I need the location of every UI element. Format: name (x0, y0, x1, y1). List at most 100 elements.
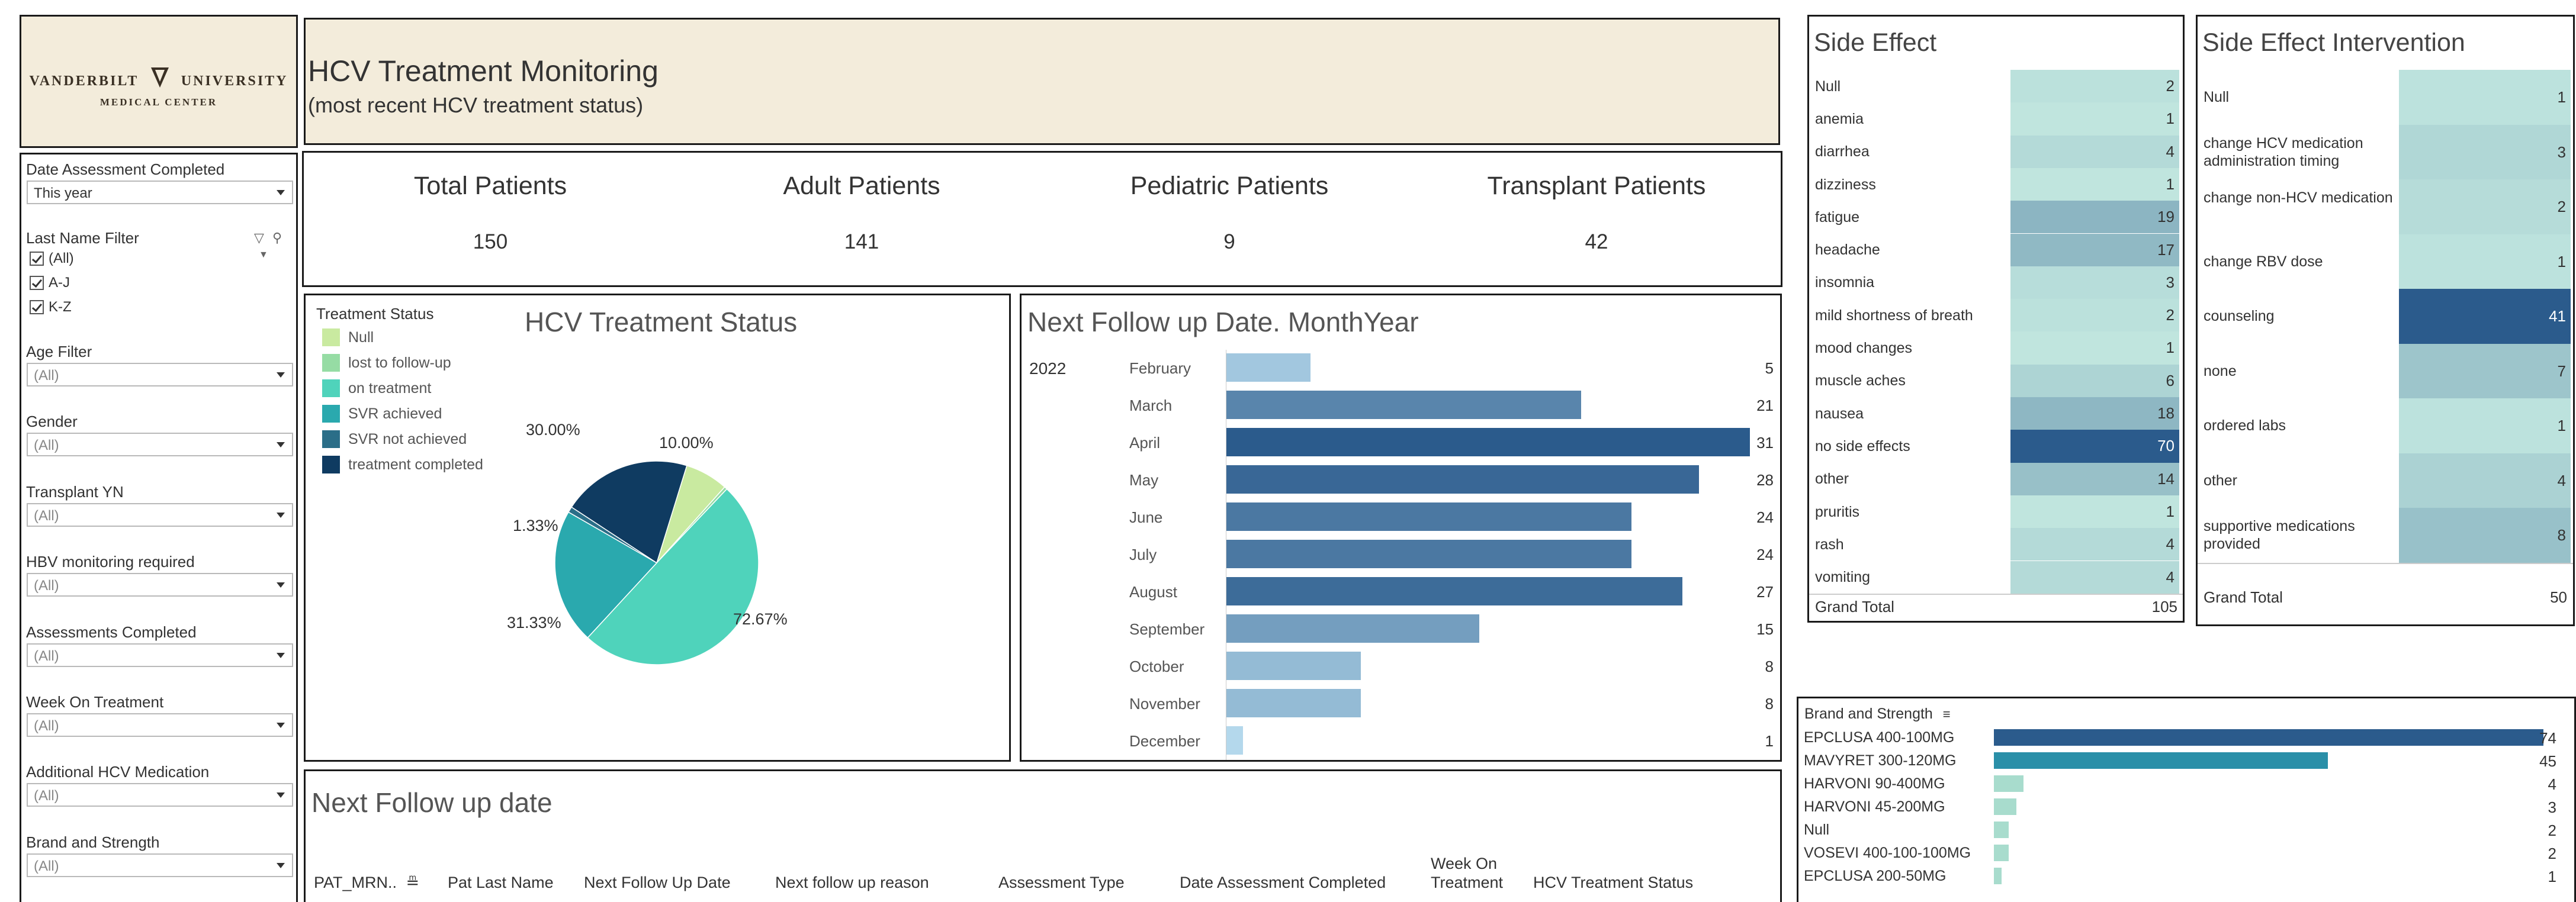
col-pat-mrn[interactable]: PAT_MRN.. ≞ (314, 873, 419, 892)
brand-bar[interactable] (1994, 729, 2543, 746)
bar-category-label: February (1129, 359, 1191, 377)
bar-december[interactable] (1226, 726, 1243, 755)
table-cell[interactable]: 19 (2010, 201, 2179, 234)
assessments-select[interactable]: (All) (27, 643, 293, 667)
gender-select[interactable]: (All) (27, 433, 293, 456)
table-cell[interactable]: 2 (2399, 179, 2571, 234)
chevron-down-icon (277, 513, 285, 518)
brand-header: Brand and Strength ≡ (1804, 706, 1951, 722)
kpi-transplant: Transplant Patients 42 (1478, 172, 1715, 254)
bar-category-label: May (1129, 471, 1159, 489)
table-cell[interactable]: 41 (2399, 289, 2571, 344)
col-week-on-treatment[interactable]: Week On Treatment (1431, 854, 1508, 892)
bar-march[interactable] (1226, 391, 1581, 419)
table-cell[interactable]: 6 (2010, 364, 2179, 397)
kpi-pediatric: Pediatric Patients 9 (1111, 172, 1348, 254)
brand-bar[interactable] (1994, 868, 2002, 884)
table-cell[interactable]: 17 (2010, 233, 2179, 266)
chevron-down-icon (277, 723, 285, 728)
brand-value-label: 4 (2548, 775, 2556, 793)
bar-november[interactable] (1226, 689, 1361, 717)
col-treatment-status[interactable]: HCV Treatment Status (1533, 873, 1693, 892)
age-filter-select[interactable]: (All) (27, 363, 293, 386)
table-cell[interactable]: 4 (2010, 135, 2179, 168)
bar-august[interactable] (1226, 577, 1682, 605)
col-follow-up-reason[interactable]: Next follow up reason (775, 873, 929, 892)
table-cell[interactable]: 4 (2010, 560, 2179, 594)
menu-dropdown-icon[interactable]: ▼ (259, 250, 268, 260)
table-cell[interactable]: 18 (2010, 397, 2179, 430)
col-last-name[interactable]: Pat Last Name (448, 873, 554, 892)
table-cell[interactable]: 3 (2399, 124, 2571, 179)
table-cell[interactable]: 8 (2399, 508, 2571, 563)
kpi-value: 42 (1585, 230, 1608, 253)
transplant-select[interactable]: (All) (27, 503, 293, 527)
brand-filter-select[interactable]: (All) (27, 853, 293, 877)
bar-july[interactable] (1226, 540, 1631, 568)
checkbox-all[interactable]: (All) (30, 250, 74, 267)
bar-april[interactable] (1226, 428, 1750, 456)
table-cell[interactable]: 3 (2010, 266, 2179, 299)
week-select[interactable]: (All) (27, 713, 293, 737)
col-next-follow-up-date[interactable]: Next Follow Up Date (584, 873, 731, 892)
filter-tools[interactable]: ▽ ⚲ ▼ (254, 230, 296, 261)
chart-title: Next Follow up Date. MonthYear (1027, 307, 1419, 337)
table-cell[interactable]: 70 (2010, 430, 2179, 463)
col-date-assessment[interactable]: Date Assessment Completed (1180, 873, 1386, 892)
checkbox-k-z[interactable]: K-Z (30, 299, 72, 315)
bar-february[interactable] (1226, 353, 1311, 382)
additional-med-label: Additional HCV Medication (26, 763, 210, 781)
brand-bar[interactable] (1994, 775, 2023, 792)
divider (2198, 562, 2573, 564)
bar-october[interactable] (1226, 652, 1361, 680)
checkbox-icon[interactable] (30, 300, 44, 314)
table-cell[interactable]: 4 (2399, 453, 2571, 508)
dashboard-header: HCV Treatment Monitoring (most recent HC… (304, 18, 1780, 145)
bar-category-label: April (1129, 434, 1161, 452)
table-cell[interactable]: 1 (2010, 331, 2179, 365)
bar-may[interactable] (1226, 465, 1699, 494)
table-cell[interactable]: 7 (2399, 343, 2571, 398)
brand-bar[interactable] (1994, 822, 2009, 838)
checkbox-a-j[interactable]: A-J (30, 275, 70, 291)
kpi-adult: Adult Patients 141 (743, 172, 980, 254)
kpi-label: Adult Patients (783, 172, 940, 200)
table-cell[interactable]: 1 (2399, 398, 2571, 453)
brand-bar[interactable] (1994, 798, 2016, 815)
table-cell[interactable]: 1 (2010, 102, 2179, 136)
sort-icon[interactable]: ≞ (406, 874, 420, 891)
table-cell[interactable]: 1 (2010, 167, 2179, 201)
vu-shield-icon (150, 67, 169, 88)
table-cell[interactable]: 2 (2010, 299, 2179, 332)
brand-bar[interactable] (1994, 845, 2009, 861)
kpi-panel: Total Patients 150 Adult Patients 141 Pe… (302, 151, 1782, 287)
checkbox-icon[interactable] (30, 252, 44, 266)
table-cell[interactable]: 2 (2010, 70, 2179, 103)
col-assessment-type[interactable]: Assessment Type (998, 873, 1125, 892)
filter-panel: Date Assessment Completed This year Last… (20, 153, 298, 902)
table-cell[interactable]: 1 (2399, 234, 2571, 289)
table-cell[interactable]: 4 (2010, 528, 2179, 561)
brand-bar[interactable] (1994, 752, 2328, 769)
sort-icon[interactable]: ≡ (1943, 707, 1951, 721)
checkbox-icon[interactable] (30, 276, 44, 290)
search-icon[interactable]: ⚲ (272, 230, 282, 245)
table-row-label: counseling (2204, 308, 2275, 325)
bar-september[interactable] (1226, 614, 1479, 643)
table-row-label: change non-HCV medication (2204, 189, 2393, 207)
hbv-select[interactable]: (All) (27, 573, 293, 597)
bar-june[interactable] (1226, 502, 1631, 531)
table-cell[interactable]: 1 (2399, 70, 2571, 125)
additional-med-select[interactable]: (All) (27, 783, 293, 807)
table-row-label: anemia (1815, 110, 1864, 127)
table-cell[interactable]: 14 (2010, 462, 2179, 495)
logo-text-left: VANDERBILT (29, 73, 139, 89)
table-row-label: change HCV medication administration tim… (2204, 134, 2363, 169)
kpi-value: 150 (473, 230, 508, 253)
table-cell[interactable]: 1 (2010, 495, 2179, 529)
date-assessment-select[interactable]: This year (27, 181, 293, 204)
bar-value-label: 24 (1756, 508, 1774, 526)
chevron-down-icon (277, 442, 285, 447)
funnel-icon[interactable]: ▽ (254, 230, 264, 245)
table-row-label: Null (1815, 78, 1841, 95)
